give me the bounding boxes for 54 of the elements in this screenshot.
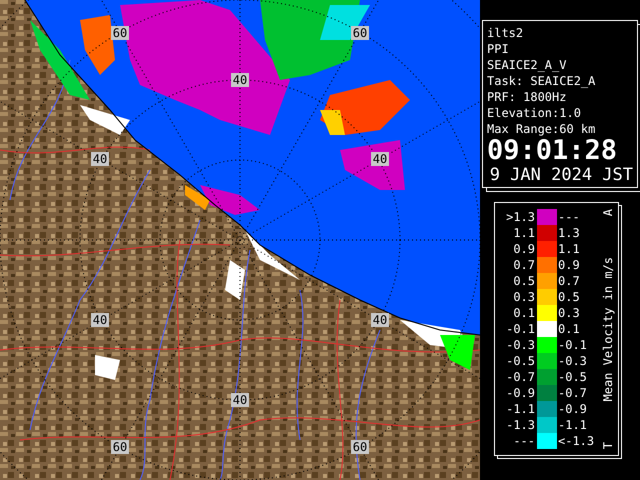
legend-value: -0.5	[557, 370, 588, 384]
info-text: Max Range:60 km	[487, 121, 596, 137]
legend-value: -0.1	[505, 322, 536, 336]
legend-value: 0.1	[512, 306, 536, 320]
legend-value: -1.3	[505, 418, 536, 432]
info-text: PRF: 1800Hz	[487, 89, 568, 105]
legend-mark: T	[601, 442, 615, 449]
legend-value: -0.3	[505, 338, 536, 352]
range-label: 40	[91, 152, 109, 166]
legend-value: -1.1	[505, 402, 536, 416]
range-label: 60	[351, 26, 369, 40]
date-text: 9 JAN 2024 JST	[490, 165, 633, 185]
legend-value: 1.1	[557, 242, 581, 256]
legend-value: 0.3	[557, 306, 581, 320]
info-text: SEAICE2_A_V	[487, 57, 568, 73]
legend-value: ---	[512, 434, 536, 448]
range-label: 40	[371, 313, 389, 327]
range-label: 40	[91, 313, 109, 327]
legend-value: -1.1	[557, 418, 588, 432]
legend-value: -0.1	[557, 338, 588, 352]
info-text: PPI	[487, 41, 510, 57]
legend-value: 0.1	[557, 322, 581, 336]
legend-value: -0.7	[557, 386, 588, 400]
legend-value: >1.3	[505, 210, 536, 224]
info-text: Elevation:1.0	[487, 105, 582, 121]
legend-value: -0.7	[505, 370, 536, 384]
legend-title: Mean Velocity in m/s	[601, 256, 615, 402]
legend-value: 0.7	[512, 258, 536, 272]
range-label: 40	[231, 393, 249, 407]
legend-value: 1.3	[557, 226, 581, 240]
legend-value: -0.5	[505, 354, 536, 368]
legend-value: <-1.3	[557, 434, 596, 448]
range-label: 60	[351, 440, 369, 454]
legend-value: 0.3	[512, 290, 536, 304]
radar-echo	[95, 355, 120, 380]
radar-echo	[340, 140, 405, 190]
legend-value: -0.9	[557, 402, 588, 416]
info-text: ilts2	[487, 25, 524, 41]
legend-value: 0.5	[557, 290, 581, 304]
legend-value: 1.1	[512, 226, 536, 240]
range-label: 40	[231, 73, 249, 87]
legend-value: 0.9	[557, 258, 581, 272]
legend-value: -0.9	[505, 386, 536, 400]
legend-mark: A	[601, 209, 615, 216]
legend-value: ---	[557, 210, 581, 224]
legend-value: 0.9	[512, 242, 536, 256]
legend-value: 0.5	[512, 274, 536, 288]
range-label: 60	[111, 26, 129, 40]
time-text: 09:01:28	[487, 137, 618, 165]
legend-value: -0.3	[557, 354, 588, 368]
range-label: 60	[111, 440, 129, 454]
range-label: 40	[371, 152, 389, 166]
legend-value: 0.7	[557, 274, 581, 288]
info-text: Task: SEAICE2_A	[487, 73, 596, 89]
